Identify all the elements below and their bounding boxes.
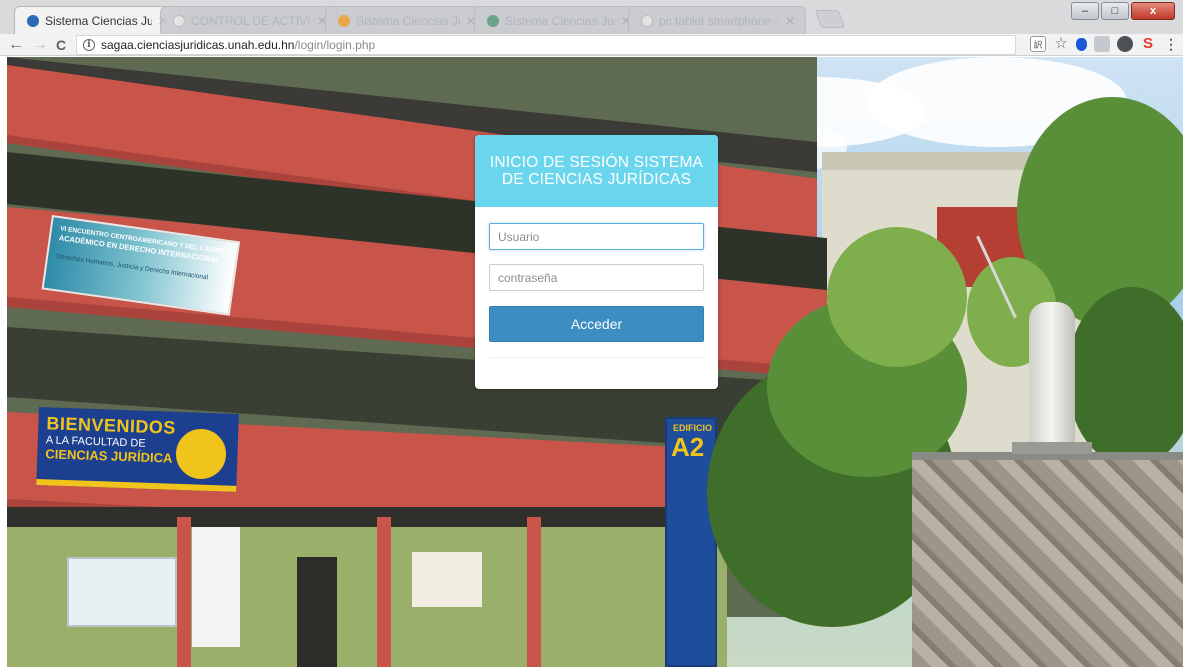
login-header: INICIO DE SESIÓN SISTEMA DE CIENCIAS JUR… bbox=[475, 135, 718, 207]
site-favicon-icon bbox=[338, 14, 350, 27]
tab-title: Sistema Ciencias Jurídicas bbox=[356, 13, 460, 28]
tab-sistema-ciencias-juridicas-3[interactable]: Sistema Ciencias Jurídicas ✕ bbox=[474, 6, 642, 34]
minimize-button[interactable]: – bbox=[1071, 2, 1099, 20]
doorway bbox=[297, 557, 337, 667]
close-window-button[interactable]: x bbox=[1131, 2, 1175, 20]
column bbox=[177, 517, 191, 667]
url-path: /login/login.php bbox=[294, 38, 376, 52]
username-input[interactable] bbox=[489, 223, 704, 250]
maximize-button[interactable]: □ bbox=[1101, 2, 1129, 20]
window-controls: – □ x bbox=[1071, 2, 1175, 20]
site-favicon-icon bbox=[27, 14, 39, 27]
forward-arrow-icon[interactable]: → bbox=[32, 35, 48, 55]
site-favicon-icon bbox=[487, 14, 499, 27]
notice-board bbox=[67, 557, 177, 627]
back-arrow-icon[interactable]: ← bbox=[8, 35, 24, 55]
tab-title: Sistema Ciencias Jurídica bbox=[45, 13, 152, 28]
tree bbox=[827, 227, 967, 367]
building-sign-code: A2 bbox=[671, 432, 705, 462]
login-card: INICIO DE SESIÓN SISTEMA DE CIENCIAS JUR… bbox=[475, 135, 718, 389]
faculty-seal-icon bbox=[172, 425, 230, 483]
ghost-icon[interactable] bbox=[1117, 36, 1133, 52]
site-favicon-icon bbox=[641, 14, 653, 27]
poster bbox=[192, 527, 240, 647]
url-host: sagaa.cienciasjuridicas.unah.edu.hn bbox=[101, 38, 295, 52]
password-input[interactable] bbox=[489, 264, 704, 291]
login-divider bbox=[489, 357, 704, 358]
poster bbox=[412, 552, 482, 607]
stone-wall bbox=[912, 452, 1183, 667]
ground-floor-eave bbox=[7, 507, 727, 527]
browser-titlebar: Sistema Ciencias Jurídica ✕ CONTROL DE A… bbox=[0, 0, 1183, 34]
building-sign: EDIFICIO A2 bbox=[665, 417, 717, 667]
site-info-icon[interactable]: i bbox=[83, 39, 95, 51]
building-sign-label: EDIFICIO bbox=[673, 423, 713, 433]
column bbox=[377, 517, 391, 667]
star-icon[interactable]: ☆ bbox=[1053, 36, 1069, 52]
tab-title: pc tablet smartphone - Bu... bbox=[659, 13, 779, 28]
address-bar[interactable]: i sagaa.cienciasjuridicas.unah.edu.hn/lo… bbox=[76, 35, 1016, 55]
close-tab-icon[interactable]: ✕ bbox=[785, 14, 795, 28]
menu-icon[interactable]: ⋮ bbox=[1163, 36, 1179, 52]
tab-sistema-ciencias-juridicas-2[interactable]: Sistema Ciencias Jurídicas ✕ bbox=[325, 6, 487, 34]
new-tab-button[interactable] bbox=[814, 10, 846, 28]
login-title: INICIO DE SESIÓN SISTEMA DE CIENCIAS JUR… bbox=[489, 154, 704, 188]
puzzle-icon[interactable] bbox=[1094, 36, 1110, 52]
s-icon[interactable]: S bbox=[1140, 36, 1156, 52]
shield-icon[interactable] bbox=[1076, 38, 1087, 51]
site-favicon-icon bbox=[173, 14, 185, 27]
tab-control-de-actividades[interactable]: CONTROL DE ACTIVIDADES ✕ bbox=[160, 6, 338, 34]
column bbox=[527, 517, 541, 667]
tab-sistema-ciencias-juridicas[interactable]: Sistema Ciencias Jurídica ✕ bbox=[14, 6, 179, 34]
tab-title: Sistema Ciencias Jurídicas bbox=[505, 13, 615, 28]
tab-title: CONTROL DE ACTIVIDADES bbox=[191, 13, 311, 28]
statue-base bbox=[1012, 442, 1092, 454]
tab-pc-tablet-smartphone[interactable]: pc tablet smartphone - Bu... ✕ bbox=[628, 6, 806, 34]
translate-icon[interactable]: 訳 bbox=[1030, 36, 1046, 52]
extensions-bar: 訳 ☆ S ⋮ bbox=[1030, 36, 1179, 52]
reload-icon[interactable]: C bbox=[56, 35, 66, 55]
login-button[interactable]: Acceder bbox=[489, 306, 704, 342]
browser-toolbar: ← → C i sagaa.cienciasjuridicas.unah.edu… bbox=[0, 34, 1183, 56]
statue bbox=[1029, 302, 1075, 452]
